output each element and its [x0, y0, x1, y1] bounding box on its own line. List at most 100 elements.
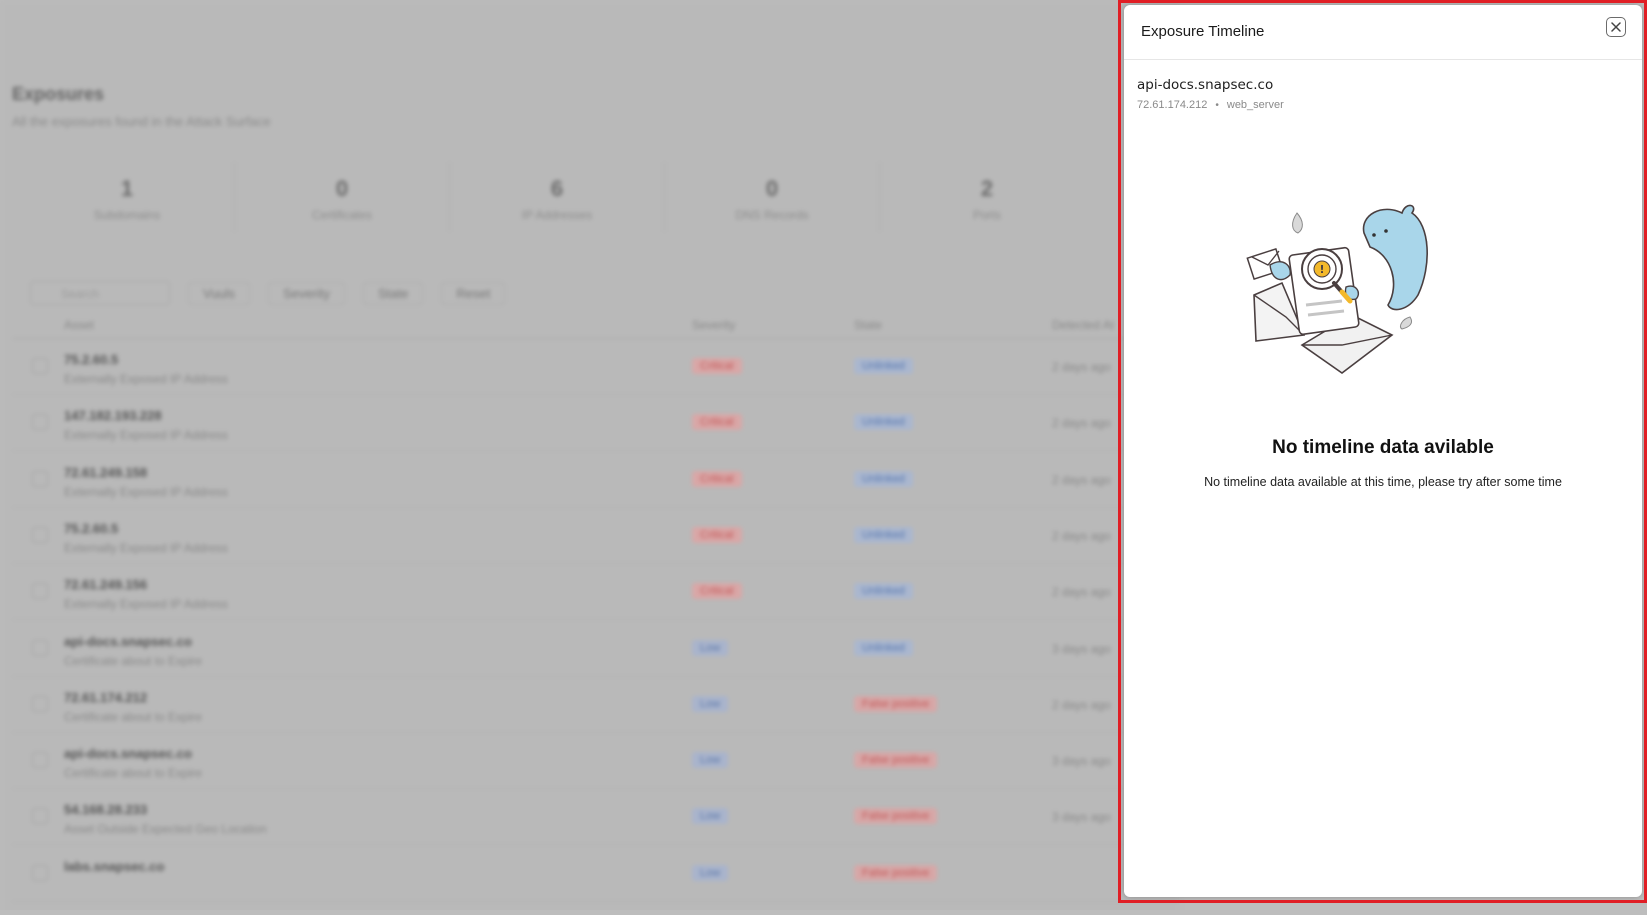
stat-label: Subdomains: [93, 208, 161, 222]
stat-card[interactable]: 0 Certificates: [235, 162, 450, 232]
row-detected-at: 3 days ago: [1052, 810, 1111, 825]
stat-value: 1: [120, 176, 134, 201]
asset-name: api-docs.snapsec.co: [1137, 77, 1274, 93]
state-badge[interactable]: False positive: [854, 808, 938, 825]
state-badge[interactable]: Unlinked: [854, 470, 913, 487]
severity-badge: Low: [692, 808, 729, 825]
state-badge[interactable]: Unlinked: [854, 583, 913, 600]
severity-badge: Low: [692, 695, 729, 712]
table-row[interactable]: 72.61.249.156 Externally Exposed IP Addre…: [12, 563, 1180, 621]
row-checkbox[interactable]: [32, 583, 48, 600]
row-asset-description: Externally Exposed IP Address: [64, 597, 228, 612]
row-asset-description: Externally Exposed IP Address: [64, 484, 228, 499]
severity-badge: Low: [692, 864, 729, 881]
row-asset-description: Asset Outside Expected Geo Location: [64, 822, 267, 837]
filter-bar: Search Vuuls Severity State Reset: [30, 280, 506, 306]
close-icon: [1611, 22, 1621, 32]
search-input[interactable]: Search: [30, 281, 170, 305]
row-checkbox[interactable]: [32, 526, 48, 543]
table-row[interactable]: 75.2.60.5 Externally Exposed IP Address Cr…: [12, 338, 1180, 395]
row-checkbox[interactable]: [32, 414, 48, 431]
severity-badge: Critical: [692, 526, 742, 543]
state-badge[interactable]: Unlinked: [854, 526, 913, 543]
panel-header: Exposure Timeline: [1124, 5, 1642, 60]
stat-value: 6: [550, 176, 564, 201]
page-subtitle: All the exposures found in the Attack Su…: [12, 114, 271, 129]
column-asset[interactable]: Asset: [64, 318, 94, 332]
background-page: Exposures All the exposures found in the…: [0, 0, 1180, 915]
row-checkbox[interactable]: [32, 639, 48, 656]
stat-label: IP Addresses: [521, 208, 593, 222]
row-asset-description: Certificate about to Expire: [64, 766, 203, 781]
panel-title: Exposure Timeline: [1141, 23, 1265, 40]
row-detected-at: 2 days ago: [1052, 416, 1111, 431]
row-checkbox[interactable]: [32, 695, 48, 712]
state-badge[interactable]: Unlinked: [854, 358, 913, 374]
empty-timeline-illustration-icon: !: [1246, 204, 1428, 374]
filter-vuuls-button[interactable]: Vuuls: [188, 281, 251, 305]
row-asset-name: api-docs.snapsec.co: [64, 746, 192, 762]
filter-severity-button[interactable]: Severity: [268, 281, 346, 305]
filter-state-button[interactable]: State: [363, 281, 424, 305]
row-asset-description: Certificate about to Expire: [64, 709, 203, 724]
row-detected-at: 2 days ago: [1052, 585, 1111, 600]
table-header: Asset Severity State Detected At: [12, 312, 1180, 339]
row-asset-name: api-docs.snapsec.co: [64, 633, 192, 649]
row-asset-name: 72.61.174.212: [64, 689, 148, 705]
stat-label: Certificates: [311, 208, 373, 222]
state-badge[interactable]: False positive: [854, 864, 938, 881]
row-checkbox[interactable]: [32, 752, 48, 769]
state-badge[interactable]: Unlinked: [854, 414, 913, 431]
svg-text:!: !: [1319, 263, 1324, 276]
stat-label: DNS Records: [735, 208, 809, 222]
asset-ip: 72.61.174.212: [1137, 99, 1208, 111]
table-row[interactable]: api-docs.snapsec.co Certificate about to …: [12, 620, 1180, 677]
state-badge[interactable]: False positive: [854, 752, 938, 769]
bottom-bar: [0, 910, 1647, 915]
meta-separator: •: [1215, 99, 1219, 111]
column-severity[interactable]: Severity: [692, 318, 735, 332]
reset-button[interactable]: Reset: [441, 281, 506, 305]
severity-badge: Critical: [692, 414, 742, 431]
table-row[interactable]: 54.168.28.233 Asset Outside Expected Geo …: [12, 788, 1180, 846]
row-asset-name: 75.2.60.5: [64, 352, 119, 367]
row-asset-name: 147.182.193.228: [64, 408, 162, 424]
table-row[interactable]: api-docs.snapsec.co Certificate about to …: [12, 732, 1180, 790]
severity-badge: Critical: [692, 583, 742, 600]
empty-state-title: No timeline data avilable: [1272, 437, 1494, 458]
asset-meta: 72.61.174.212 • web_server: [1137, 99, 1284, 111]
severity-badge: Critical: [692, 470, 742, 487]
stat-card[interactable]: 2 Ports: [880, 162, 1094, 232]
close-button[interactable]: [1606, 17, 1626, 37]
row-checkbox[interactable]: [32, 808, 48, 825]
row-detected-at: 2 days ago: [1052, 472, 1111, 487]
row-detected-at: 2 days ago: [1052, 528, 1111, 543]
table-row[interactable]: 147.182.193.228 Externally Exposed IP Add…: [12, 394, 1180, 452]
stat-card[interactable]: 1 Subdomains: [20, 162, 235, 232]
row-asset-description: Certificate about to Expire: [64, 653, 203, 668]
severity-badge: Low: [692, 639, 729, 656]
stat-card[interactable]: 6 IP Addresses: [450, 162, 665, 232]
table-row[interactable]: 72.61.174.212 Certificate about to Expire…: [12, 676, 1180, 733]
row-asset-description: Externally Exposed IP Address: [64, 540, 228, 555]
row-detected-at: 2 days ago: [1052, 360, 1111, 374]
row-asset-name: labs.snapsec.co: [64, 858, 165, 874]
table-row[interactable]: 75.2.60.5 Externally Exposed IP Address Cr…: [12, 507, 1180, 564]
row-asset-name: 75.2.60.5: [64, 520, 119, 536]
row-checkbox[interactable]: [32, 864, 48, 881]
exposure-timeline-panel: Exposure Timeline api-docs.snapsec.co 72…: [1124, 5, 1642, 897]
state-badge[interactable]: False positive: [854, 695, 938, 712]
row-checkbox[interactable]: [32, 470, 48, 487]
column-detected-at[interactable]: Detected At: [1052, 318, 1114, 332]
table-row[interactable]: labs.snapsec.co Low False positive: [12, 845, 1180, 902]
severity-badge: Critical: [692, 358, 742, 374]
row-checkbox[interactable]: [32, 358, 48, 374]
column-state[interactable]: State: [854, 318, 882, 332]
empty-state-description: No timeline data available at this time,…: [1204, 475, 1562, 489]
stats-bar: 1 Subdomains 0 Certificates 6 IP Address…: [20, 162, 1160, 232]
stat-card[interactable]: 0 DNS Records: [665, 162, 880, 232]
state-badge[interactable]: Unlinked: [854, 639, 913, 656]
table-row[interactable]: 72.61.249.158 Externally Exposed IP Addre…: [12, 451, 1180, 508]
row-asset-name: 54.168.28.233: [64, 802, 148, 818]
stat-value: 0: [765, 176, 779, 201]
